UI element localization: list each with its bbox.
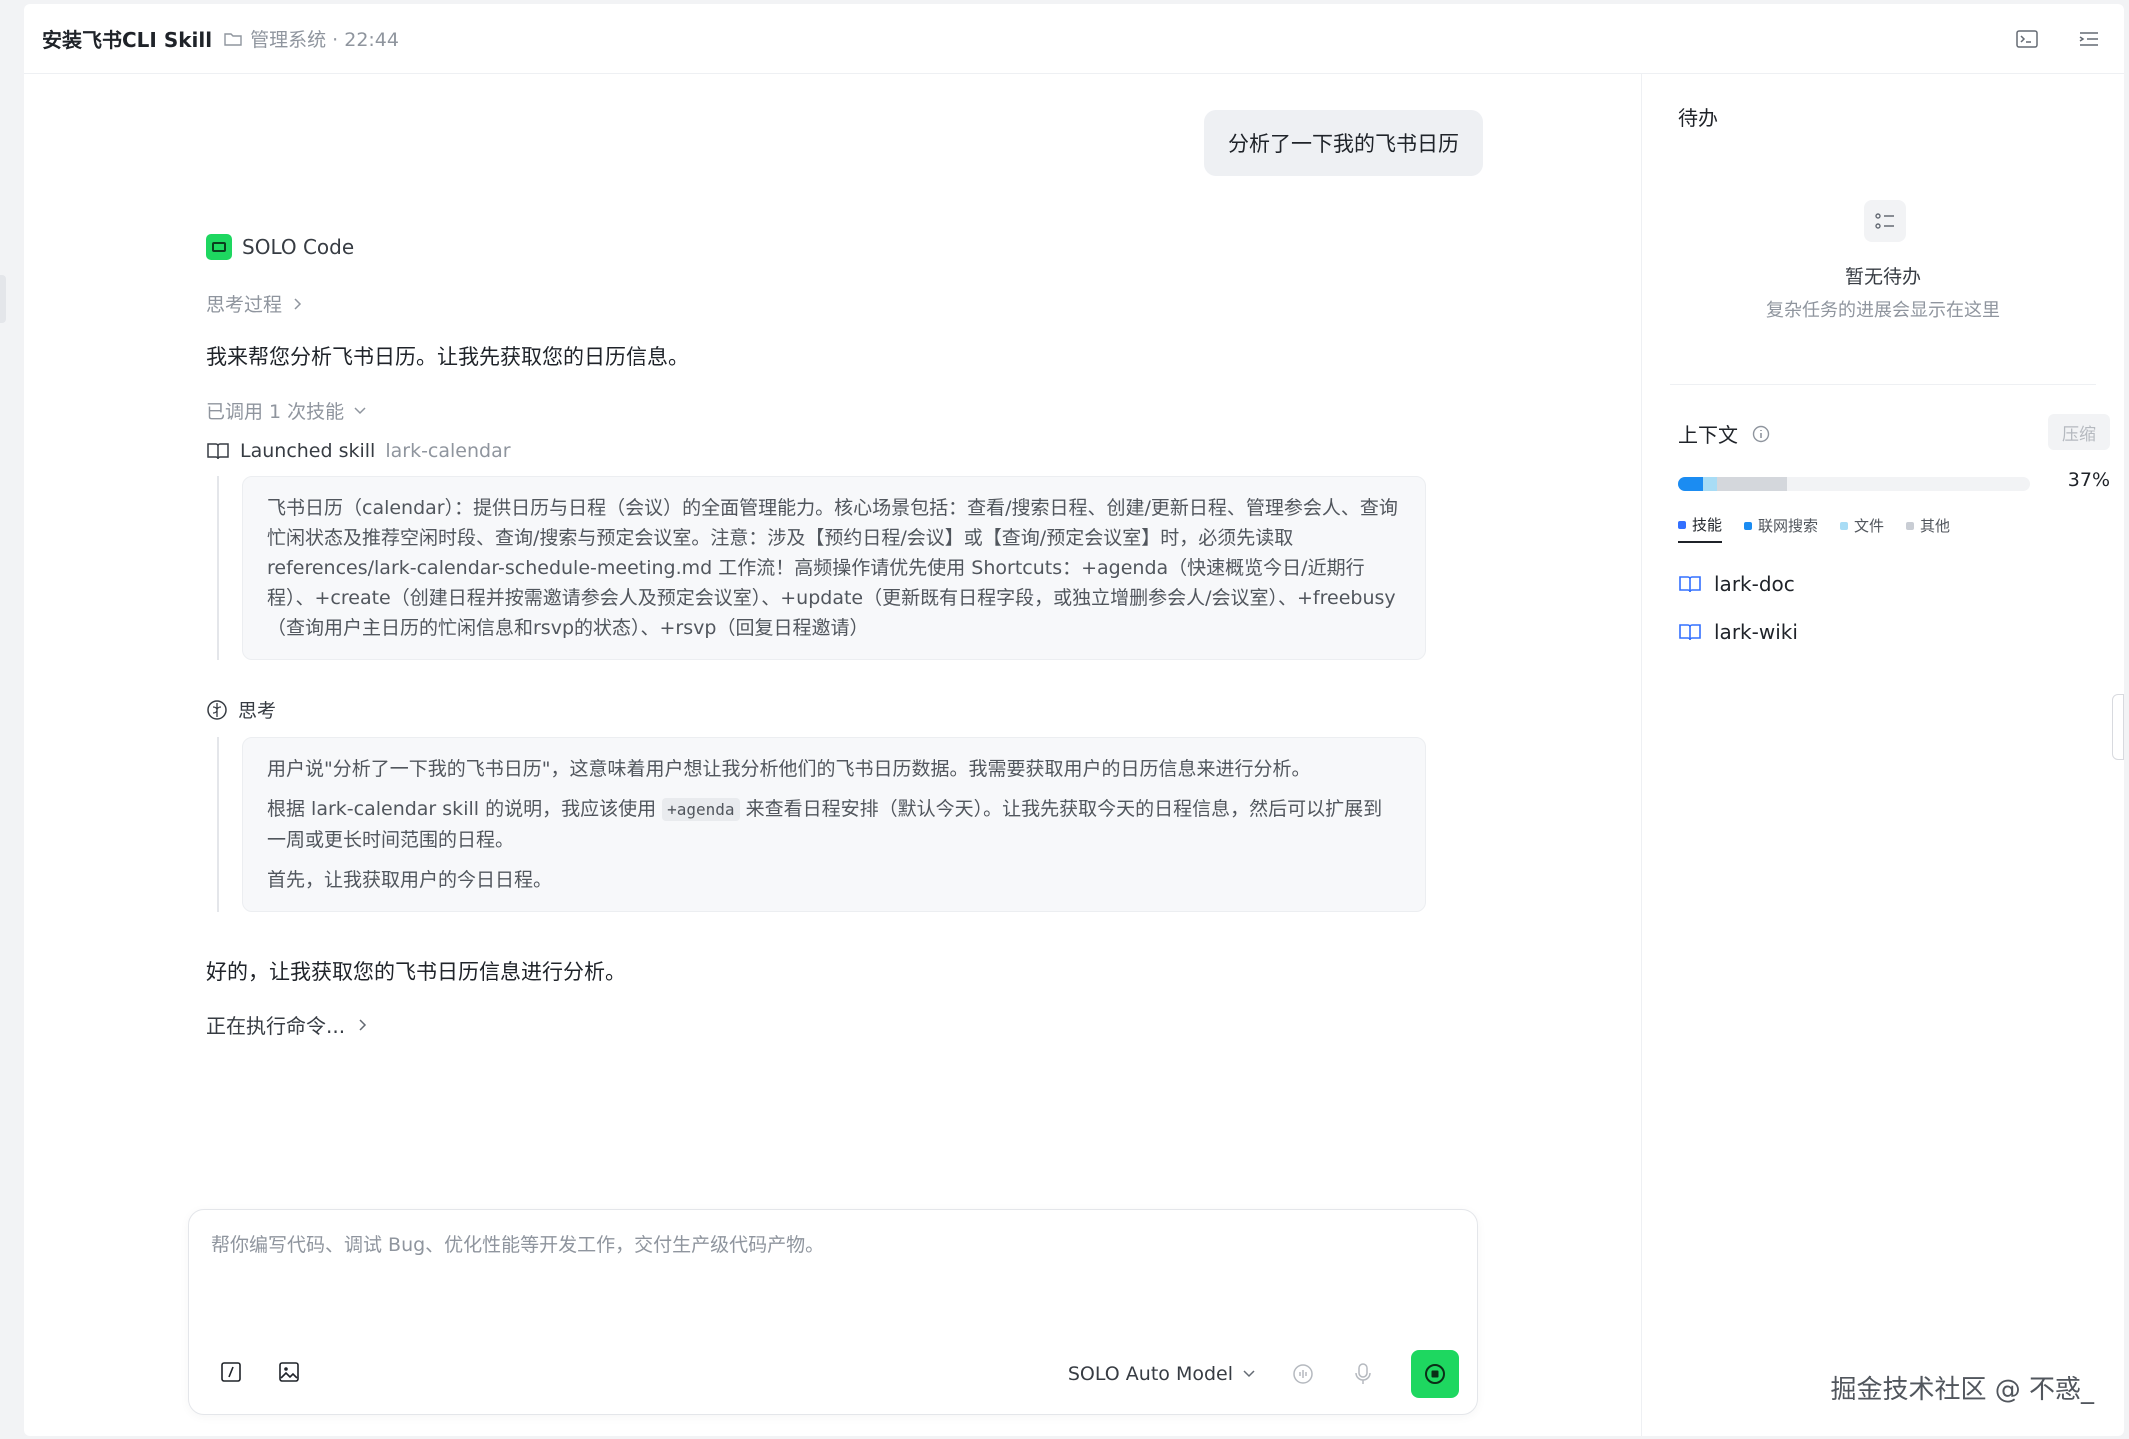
chat-area: 分析了一下我的飞书日历 SOLO Code 思考过程 我来帮您分析飞书日历。让我… bbox=[24, 74, 1641, 1436]
running-command-toggle[interactable]: 正在执行命令... bbox=[206, 1010, 367, 1039]
image-icon bbox=[279, 1362, 299, 1382]
page-title: 安装飞书CLI Skill bbox=[42, 28, 213, 52]
agent-name: SOLO Code bbox=[242, 235, 355, 259]
legend-label: 其他 bbox=[1920, 517, 1951, 535]
skill-thread: 飞书日历（calendar）：提供日历与日程（会议）的全面管理能力。核心场景包括… bbox=[206, 476, 1426, 660]
context-item[interactable]: lark-doc bbox=[1678, 572, 1798, 596]
book-icon bbox=[207, 443, 229, 460]
image-upload-button[interactable] bbox=[277, 1360, 301, 1384]
chevron-down-icon bbox=[354, 406, 366, 414]
slash-command-button[interactable] bbox=[219, 1360, 243, 1384]
right-panel: 待办 暂无待办 复杂任务的进展会显示在这里 上下文 压缩 37% 技能 联网搜索 文… bbox=[1641, 74, 2124, 1436]
context-header: 上下文 bbox=[1678, 419, 1770, 448]
skills-used-toggle[interactable]: 已调用 1 次技能 bbox=[206, 397, 366, 424]
compress-button[interactable]: 压缩 bbox=[2048, 414, 2110, 450]
watermark: 掘金技术社区 @ 不惑_ bbox=[1830, 1375, 2094, 1405]
context-item-label: lark-wiki bbox=[1714, 620, 1798, 644]
think-paragraph-2: 根据 lark-calendar skill 的说明，我应该使用 +agenda… bbox=[267, 794, 1401, 855]
book-icon bbox=[1679, 624, 1701, 641]
todo-empty-subtitle: 复杂任务的进展会显示在这里 bbox=[1766, 300, 2000, 321]
think-label: 思考 bbox=[238, 700, 277, 722]
launched-skill-name: lark-calendar bbox=[385, 440, 511, 462]
agent-header: SOLO Code bbox=[206, 234, 1426, 260]
agent-text-1: 我来帮您分析飞书日历。让我先获取您的日历信息。 bbox=[206, 345, 689, 369]
launched-skill-row: Launched skill lark-calendar bbox=[206, 440, 1426, 462]
terminal-icon bbox=[2016, 30, 2038, 48]
legend-tab[interactable]: 文件 bbox=[1840, 514, 1884, 543]
terminal-button[interactable] bbox=[2014, 26, 2040, 52]
context-title: 上下文 bbox=[1678, 423, 1738, 447]
brain-icon bbox=[207, 699, 227, 720]
model-selector[interactable]: SOLO Auto Model bbox=[1068, 1363, 1255, 1385]
legend-label: 文件 bbox=[1854, 517, 1885, 535]
usage-segment bbox=[1702, 477, 1717, 491]
context-items: lark-doc lark-wiki bbox=[1678, 572, 1798, 644]
legend-swatch bbox=[1906, 521, 1915, 530]
chevron-right-icon bbox=[359, 1018, 367, 1031]
header: 安装飞书CLI Skill 管理系统 · 22:44 bbox=[24, 4, 2124, 74]
prompt-input[interactable] bbox=[211, 1230, 1451, 1310]
book-icon bbox=[1679, 576, 1701, 593]
todo-list-icon bbox=[1864, 200, 1906, 242]
think-paragraph-1: 用户说"分析了一下我的飞书日历"，这意味着用户想让我分析他们的飞书日历数据。我需… bbox=[267, 758, 1311, 780]
chevron-down-icon bbox=[1243, 1370, 1255, 1378]
context-legend: 技能 联网搜索 文件 其他 bbox=[1678, 514, 1950, 543]
microphone-icon bbox=[1355, 1363, 1371, 1384]
legend-swatch bbox=[1840, 521, 1849, 530]
launched-label: Launched skill bbox=[240, 440, 376, 462]
legend-tab[interactable]: 联网搜索 bbox=[1744, 514, 1818, 543]
todo-title: 待办 bbox=[1678, 106, 1718, 130]
agent-response: SOLO Code 思考过程 我来帮您分析飞书日历。让我先获取您的日历信息。 已… bbox=[206, 234, 1426, 1039]
project-meta: 管理系统 · 22:44 bbox=[250, 29, 399, 51]
stop-icon bbox=[1425, 1364, 1445, 1384]
voice-chat-icon bbox=[1293, 1364, 1313, 1384]
legend-tab[interactable]: 技能 bbox=[1678, 514, 1723, 543]
think-paragraph-3: 首先，让我获取用户的今日日程。 bbox=[267, 869, 553, 891]
list-indent-icon bbox=[2079, 32, 2098, 46]
solo-logo-icon bbox=[206, 234, 232, 260]
stop-button[interactable] bbox=[1411, 1350, 1459, 1398]
side-drawer-handle[interactable] bbox=[2112, 694, 2124, 760]
info-icon[interactable] bbox=[1752, 425, 1770, 443]
usage-segment bbox=[1716, 477, 1788, 491]
agenda-code: +agenda bbox=[662, 798, 740, 821]
context-usage-percent: 37% bbox=[2067, 469, 2110, 491]
context-item-label: lark-doc bbox=[1714, 572, 1795, 596]
think-p2-text-a: 根据 lark-calendar skill 的说明，我应该使用 bbox=[267, 798, 657, 820]
legend-label: 技能 bbox=[1692, 516, 1723, 534]
think-row: 思考 bbox=[206, 696, 1426, 723]
slash-command-icon bbox=[221, 1362, 241, 1382]
message-composer: SOLO Auto Model bbox=[188, 1209, 1478, 1415]
toggle-panel-button[interactable] bbox=[2076, 26, 2102, 52]
thinking-process-toggle[interactable]: 思考过程 bbox=[206, 290, 302, 317]
skill-description-card: 飞书日历（calendar）：提供日历与日程（会议）的全面管理能力。核心场景包括… bbox=[242, 476, 1426, 660]
think-thread: 用户说"分析了一下我的飞书日历"，这意味着用户想让我分析他们的飞书日历数据。我需… bbox=[206, 737, 1426, 912]
chevron-right-icon bbox=[294, 297, 302, 310]
legend-swatch bbox=[1744, 521, 1753, 530]
usage-segment bbox=[1678, 477, 1703, 491]
todo-empty-title: 暂无待办 bbox=[1844, 266, 1921, 288]
app-window: 安装飞书CLI Skill 管理系统 · 22:44 分析了一下我的飞书日历 S… bbox=[24, 4, 2124, 1436]
thinking-process-label: 思考过程 bbox=[206, 294, 283, 316]
microphone-button[interactable] bbox=[1351, 1362, 1375, 1386]
folder-icon bbox=[224, 32, 242, 46]
legend-label: 联网搜索 bbox=[1758, 517, 1819, 535]
legend-swatch bbox=[1678, 520, 1686, 529]
skills-used-label: 已调用 1 次技能 bbox=[206, 401, 345, 423]
context-item[interactable]: lark-wiki bbox=[1678, 620, 1798, 644]
legend-tab[interactable]: 其他 bbox=[1906, 514, 1950, 543]
running-command-label: 正在执行命令... bbox=[206, 1014, 346, 1038]
voice-chat-button[interactable] bbox=[1291, 1362, 1315, 1386]
user-message: 分析了一下我的飞书日历 bbox=[1204, 110, 1483, 176]
agent-text-2: 好的，让我获取您的飞书日历信息进行分析。 bbox=[206, 960, 626, 984]
divider bbox=[1670, 384, 2096, 385]
sidebar-nub[interactable] bbox=[0, 275, 6, 323]
context-usage-bar bbox=[1678, 477, 2030, 491]
skill-description: 飞书日历（calendar）：提供日历与日程（会议）的全面管理能力。核心场景包括… bbox=[267, 497, 1398, 639]
thinking-card: 用户说"分析了一下我的飞书日历"，这意味着用户想让我分析他们的飞书日历数据。我需… bbox=[242, 737, 1426, 912]
model-label: SOLO Auto Model bbox=[1067, 1363, 1233, 1385]
